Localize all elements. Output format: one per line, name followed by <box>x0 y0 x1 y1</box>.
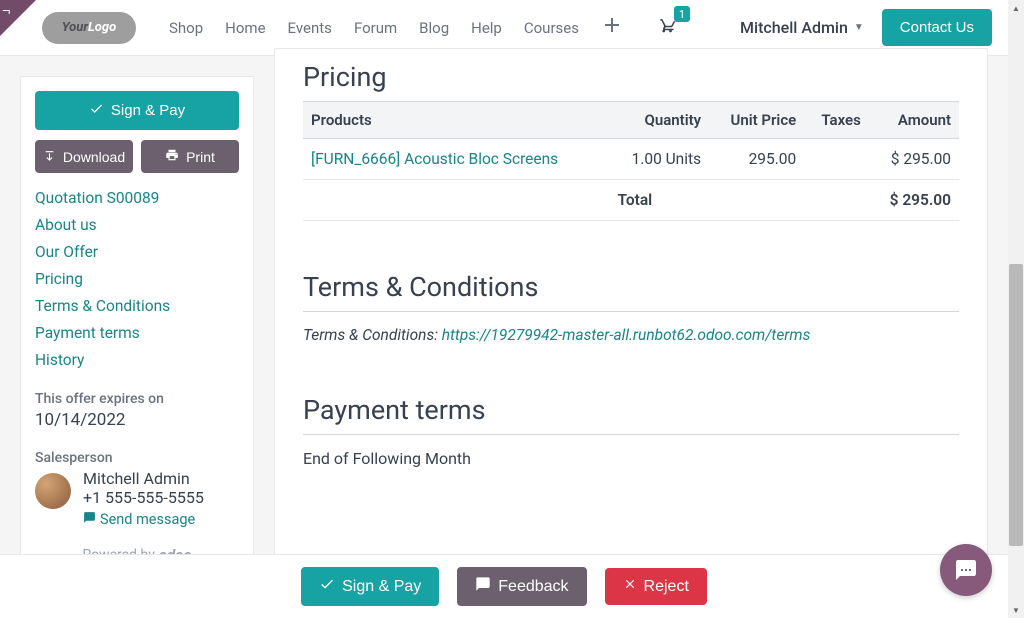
cell-taxes <box>804 139 869 180</box>
pricing-title: Pricing <box>303 61 959 93</box>
salesperson-name: Mitchell Admin <box>83 469 204 488</box>
product-link[interactable]: [FURN_6666] Acoustic Bloc Screens <box>311 150 558 168</box>
print-button[interactable]: Print <box>141 140 239 173</box>
cart-count-badge: 1 <box>674 6 690 22</box>
cell-quantity: 1.00 Units <box>610 139 710 180</box>
cart-button[interactable]: 1 <box>656 16 676 39</box>
terms-prefix: Terms & Conditions: <box>303 326 442 344</box>
scroll-down-icon[interactable]: ▼ <box>1008 602 1024 618</box>
brand-logo[interactable]: YourLogo <box>42 12 136 44</box>
feedback-label: Feedback <box>498 578 568 596</box>
caret-down-icon: ▼ <box>854 22 864 33</box>
payment-terms-text: End of Following Month <box>303 449 959 468</box>
bottom-sign-pay-label: Sign & Pay <box>342 578 421 596</box>
nav-shop[interactable]: Shop <box>160 13 212 43</box>
brand-corner-flag <box>0 0 36 36</box>
reject-label: Reject <box>644 578 689 596</box>
check-icon <box>319 576 335 597</box>
scroll-up-icon[interactable]: ▲ <box>1008 0 1024 16</box>
th-quantity: Quantity <box>610 102 710 139</box>
send-message-label: Send message <box>100 511 195 528</box>
print-label: Print <box>186 149 215 165</box>
sidebar-link-terms[interactable]: Terms & Conditions <box>35 297 239 315</box>
print-icon <box>165 148 179 165</box>
comment-icon <box>83 511 96 528</box>
page-scrollbar[interactable]: ▲ ▼ <box>1008 0 1024 618</box>
scrollbar-thumb[interactable] <box>1009 264 1023 546</box>
add-menu-icon[interactable] <box>592 17 632 38</box>
salesperson-avatar <box>35 473 71 509</box>
cell-unit-price: 295.00 <box>709 139 804 180</box>
expires-label: This offer expires on <box>35 391 239 407</box>
check-icon <box>89 101 104 120</box>
divider <box>303 311 959 312</box>
nav-home[interactable]: Home <box>216 13 274 43</box>
download-button[interactable]: Download <box>35 140 133 173</box>
livechat-button[interactable] <box>940 544 992 596</box>
comment-icon <box>475 576 491 597</box>
nav-courses[interactable]: Courses <box>515 13 588 43</box>
salesperson-phone: +1 555-555-5555 <box>83 488 204 507</box>
nav-help[interactable]: Help <box>462 13 511 43</box>
chat-icon <box>954 558 978 582</box>
total-label: Total <box>610 180 710 221</box>
sidebar-link-quotation[interactable]: Quotation S00089 <box>35 189 239 207</box>
close-icon <box>623 577 637 596</box>
user-name: Mitchell Admin <box>740 18 848 37</box>
sidebar-link-history[interactable]: History <box>35 351 239 369</box>
bottom-action-bar: Sign & Pay Feedback Reject <box>0 554 1008 618</box>
th-taxes: Taxes <box>804 102 869 139</box>
nav-forum[interactable]: Forum <box>345 13 406 43</box>
payment-terms-title: Payment terms <box>303 394 959 426</box>
expires-value: 10/14/2022 <box>35 410 239 430</box>
terms-title: Terms & Conditions <box>303 271 959 303</box>
bottom-sign-pay-button[interactable]: Sign & Pay <box>301 567 439 606</box>
download-label: Download <box>63 149 125 165</box>
th-unit-price: Unit Price <box>709 102 804 139</box>
scrollbar-track[interactable] <box>1008 16 1024 602</box>
salesperson-label: Salesperson <box>35 450 239 466</box>
download-icon <box>43 149 56 165</box>
main-content: Pricing Products Quantity Unit Price Tax… <box>274 48 988 571</box>
sign-pay-label: Sign & Pay <box>111 102 185 119</box>
divider <box>303 434 959 435</box>
th-amount: Amount <box>869 102 959 139</box>
feedback-button[interactable]: Feedback <box>457 567 586 606</box>
sidebar-link-payment[interactable]: Payment terms <box>35 324 239 342</box>
nav-blog[interactable]: Blog <box>410 13 458 43</box>
sidebar-link-pricing[interactable]: Pricing <box>35 270 239 288</box>
nav-events[interactable]: Events <box>279 13 341 43</box>
sidebar: Sign & Pay Download Print Quotation S <box>20 76 254 571</box>
total-row: Total $ 295.00 <box>303 180 959 221</box>
main-nav: Shop Home Events Forum Blog Help Courses <box>160 13 632 43</box>
total-amount: $ 295.00 <box>869 180 959 221</box>
pricing-table: Products Quantity Unit Price Taxes Amoun… <box>303 101 959 221</box>
terms-link[interactable]: https://19279942-master-all.runbot62.odo… <box>442 326 811 344</box>
reject-button[interactable]: Reject <box>605 568 707 605</box>
th-products: Products <box>303 102 610 139</box>
terms-line: Terms & Conditions: https://19279942-mas… <box>303 326 959 344</box>
table-row: [FURN_6666] Acoustic Bloc Screens 1.00 U… <box>303 139 959 180</box>
sidebar-link-offer[interactable]: Our Offer <box>35 243 239 261</box>
sign-pay-button[interactable]: Sign & Pay <box>35 91 239 130</box>
cell-amount: $ 295.00 <box>869 139 959 180</box>
salesperson-block: Mitchell Admin +1 555-555-5555 Send mess… <box>35 469 239 528</box>
user-menu-dropdown[interactable]: Mitchell Admin ▼ <box>740 18 864 37</box>
contact-us-button[interactable]: Contact Us <box>882 9 992 46</box>
sidebar-link-about[interactable]: About us <box>35 216 239 234</box>
send-message-link[interactable]: Send message <box>83 511 195 528</box>
